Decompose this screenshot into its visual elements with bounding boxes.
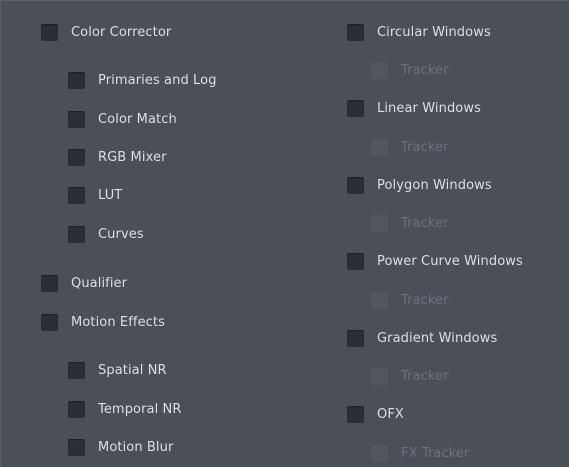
- spatial-nr-label: Spatial NR: [98, 362, 167, 378]
- gradient-windows-label: Gradient Windows: [377, 330, 498, 346]
- motion-blur-checkbox[interactable]: [68, 438, 85, 456]
- motion-blur-option[interactable]: Motion Blur: [68, 436, 173, 458]
- circular-windows-checkbox[interactable]: [347, 23, 364, 41]
- qualifier-option[interactable]: Qualifier: [41, 272, 127, 294]
- color-corrector-checkbox[interactable]: [41, 23, 58, 41]
- color-match-option[interactable]: Color Match: [68, 108, 177, 130]
- gradient-tracker-label: Tracker: [401, 368, 449, 384]
- power-curve-tracker-option: Tracker: [371, 289, 449, 311]
- qualifier-checkbox[interactable]: [41, 274, 58, 292]
- curves-option[interactable]: Curves: [68, 223, 144, 245]
- circular-tracker-option: Tracker: [371, 59, 449, 81]
- power-curve-windows-checkbox[interactable]: [347, 252, 364, 270]
- rgb-mixer-label: RGB Mixer: [98, 149, 167, 165]
- ofx-option[interactable]: OFX: [347, 403, 404, 425]
- temporal-nr-option[interactable]: Temporal NR: [68, 398, 182, 420]
- linear-windows-checkbox[interactable]: [347, 99, 364, 117]
- fx-tracker-label: FX Tracker: [401, 445, 470, 461]
- gradient-windows-option[interactable]: Gradient Windows: [347, 327, 497, 349]
- polygon-windows-label: Polygon Windows: [377, 177, 492, 193]
- linear-windows-option[interactable]: Linear Windows: [347, 97, 481, 119]
- ofx-checkbox[interactable]: [347, 405, 364, 423]
- motion-effects-checkbox[interactable]: [41, 313, 58, 331]
- linear-tracker-label: Tracker: [401, 139, 449, 155]
- lut-checkbox[interactable]: [68, 186, 85, 204]
- render-cache-options-panel: Color Corrector Primaries and Log Color …: [0, 0, 569, 467]
- motion-effects-option[interactable]: Motion Effects: [41, 311, 165, 333]
- linear-windows-label: Linear Windows: [377, 100, 481, 116]
- power-curve-tracker-checkbox: [371, 291, 388, 309]
- spatial-nr-checkbox[interactable]: [68, 361, 85, 379]
- curves-label: Curves: [98, 226, 144, 242]
- fx-tracker-checkbox: [371, 444, 388, 462]
- lut-label: LUT: [98, 187, 123, 203]
- circular-tracker-checkbox: [371, 61, 388, 79]
- temporal-nr-checkbox[interactable]: [68, 400, 85, 418]
- rgb-mixer-checkbox[interactable]: [68, 148, 85, 166]
- gradient-tracker-checkbox: [371, 367, 388, 385]
- circular-windows-label: Circular Windows: [377, 24, 491, 40]
- color-match-checkbox[interactable]: [68, 110, 85, 128]
- polygon-windows-option[interactable]: Polygon Windows: [347, 174, 492, 196]
- motion-effects-label: Motion Effects: [71, 314, 165, 330]
- circular-windows-option[interactable]: Circular Windows: [347, 21, 491, 43]
- spatial-nr-option[interactable]: Spatial NR: [68, 359, 167, 381]
- circular-tracker-label: Tracker: [401, 62, 449, 78]
- color-match-label: Color Match: [98, 111, 177, 127]
- color-corrector-label: Color Corrector: [71, 24, 172, 40]
- color-corrector-option[interactable]: Color Corrector: [41, 21, 171, 43]
- primaries-and-log-option[interactable]: Primaries and Log: [68, 69, 217, 91]
- gradient-windows-checkbox[interactable]: [347, 329, 364, 347]
- polygon-windows-checkbox[interactable]: [347, 176, 364, 194]
- power-curve-windows-label: Power Curve Windows: [377, 253, 523, 269]
- polygon-tracker-option: Tracker: [371, 212, 449, 234]
- qualifier-label: Qualifier: [71, 275, 128, 291]
- gradient-tracker-option: Tracker: [371, 365, 449, 387]
- power-curve-windows-option[interactable]: Power Curve Windows: [347, 250, 523, 272]
- primaries-and-log-checkbox[interactable]: [68, 71, 85, 89]
- linear-tracker-option: Tracker: [371, 136, 449, 158]
- ofx-label: OFX: [377, 406, 404, 422]
- lut-option[interactable]: LUT: [68, 184, 122, 206]
- linear-tracker-checkbox: [371, 138, 388, 156]
- primaries-and-log-label: Primaries and Log: [98, 72, 217, 88]
- temporal-nr-label: Temporal NR: [98, 401, 182, 417]
- polygon-tracker-label: Tracker: [401, 215, 449, 231]
- polygon-tracker-checkbox: [371, 214, 388, 232]
- curves-checkbox[interactable]: [68, 225, 85, 243]
- fx-tracker-option: FX Tracker: [371, 442, 469, 464]
- power-curve-tracker-label: Tracker: [401, 292, 449, 308]
- rgb-mixer-option[interactable]: RGB Mixer: [68, 146, 167, 168]
- motion-blur-label: Motion Blur: [98, 439, 174, 455]
